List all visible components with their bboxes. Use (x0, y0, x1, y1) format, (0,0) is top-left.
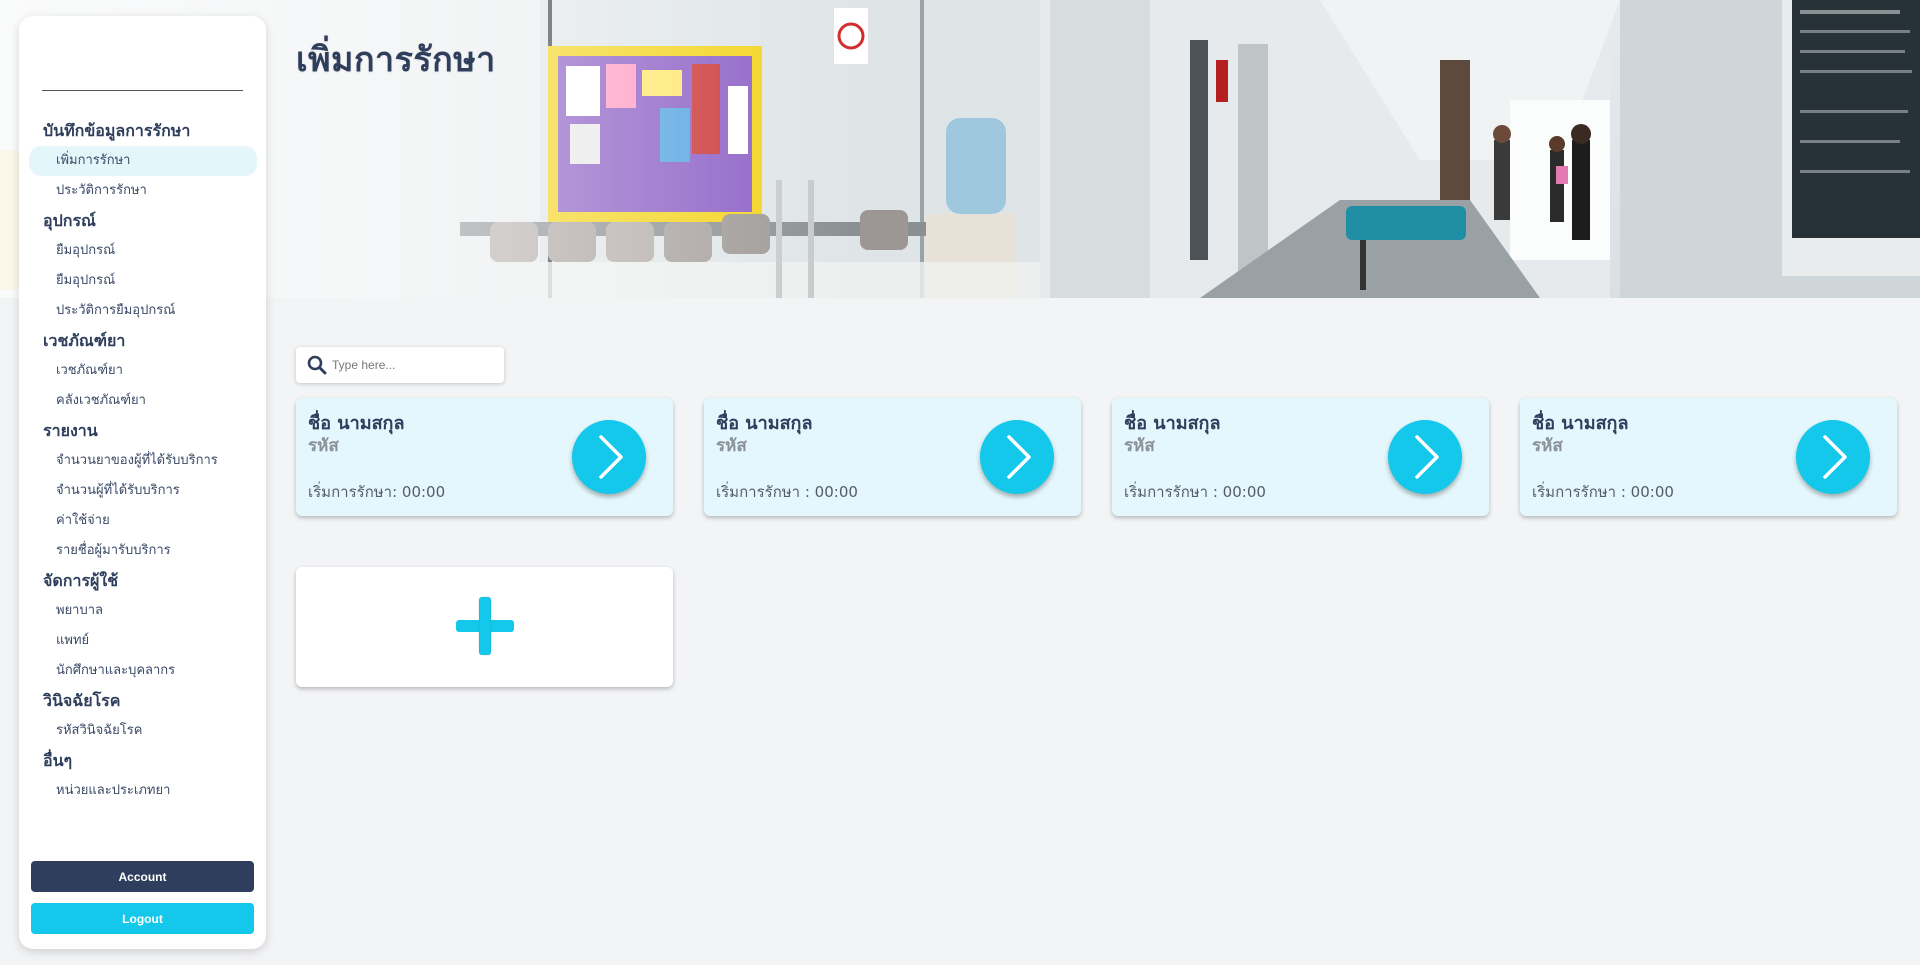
sidebar-item-report-patient-list[interactable]: รายชื่อผู้มารับบริการ (19, 536, 266, 566)
open-treatment-button[interactable] (572, 420, 646, 494)
sidebar-item-report-patient-count[interactable]: จำนวนผู้ที่ได้รับบริการ (19, 476, 266, 506)
treatment-start-time: เริ่มการรักษา: 00:00 (308, 483, 446, 501)
sidebar-item-report-expenses[interactable]: ค่าใช้จ่าย (19, 506, 266, 536)
sidebar-section-treatment-records: บันทึกข้อมูลการรักษา (43, 121, 191, 140)
search-input[interactable] (332, 355, 492, 375)
sidebar-item-borrow-equipment-2[interactable]: ยืมอุปกรณ์ (19, 266, 266, 296)
chevron-right-icon (1007, 435, 1031, 479)
sidebar-item-diagnosis-codes[interactable]: รหัสวินิจฉัยโรค (19, 716, 266, 746)
add-treatment-card[interactable] (296, 567, 673, 687)
patient-card[interactable]: ชื่อ นามสกุล รหัส เริ่มการรักษา : 00:00 (1112, 398, 1489, 516)
sidebar-divider (42, 90, 243, 91)
sidebar-item-borrow-history[interactable]: ประวัติการยืมอุปกรณ์ (19, 296, 266, 326)
sidebar-item-treatment-history[interactable]: ประวัติการรักษา (19, 176, 266, 206)
sidebar-item-nurses[interactable]: พยาบาล (19, 596, 266, 626)
logout-button[interactable]: Logout (31, 903, 254, 934)
patient-card[interactable]: ชื่อ นามสกุล รหัส เริ่มการรักษา: 00:00 (296, 398, 673, 516)
sidebar-item-supply-inventory[interactable]: คลังเวชภัณฑ์ยา (19, 386, 266, 416)
open-treatment-button[interactable] (1796, 420, 1870, 494)
sidebar-nav: บันทึกข้อมูลการรักษา เพิ่มการรักษา ประวั… (19, 116, 266, 806)
patient-card[interactable]: ชื่อ นามสกุล รหัส เริ่มการรักษา : 00:00 (704, 398, 1081, 516)
search-box (296, 347, 504, 383)
page-title: เพิ่มการรักษา (296, 40, 496, 80)
header-banner: เพิ่มการรักษา (0, 0, 1920, 298)
account-button[interactable]: Account (31, 861, 254, 892)
chevron-right-icon (1415, 435, 1439, 479)
sidebar-item-add-treatment[interactable]: เพิ่มการรักษา (29, 146, 257, 176)
treatment-start-time: เริ่มการรักษา : 00:00 (1532, 483, 1674, 501)
treatment-start-time: เริ่มการรักษา : 00:00 (716, 483, 858, 501)
plus-icon (456, 596, 514, 656)
sidebar-section-user-management: จัดการผู้ใช้ (43, 571, 119, 590)
patient-code: รหัส (1124, 436, 1155, 456)
sidebar-section-medical-supplies: เวชภัณฑ์ยา (43, 331, 126, 350)
sidebar-item-units-drug-types[interactable]: หน่วยและประเภทยา (19, 776, 266, 806)
patient-code: รหัส (1532, 436, 1563, 456)
chevron-right-icon (599, 435, 623, 479)
patient-code: รหัส (308, 436, 339, 456)
chevron-right-icon (1823, 435, 1847, 479)
sidebar-item-doctors[interactable]: แพทย์ (19, 626, 266, 656)
open-treatment-button[interactable] (980, 420, 1054, 494)
open-treatment-button[interactable] (1388, 420, 1462, 494)
sidebar-section-equipment: อุปกรณ์ (43, 211, 96, 230)
sidebar-section-reports: รายงาน (43, 421, 98, 440)
sidebar-section-diagnosis: วินิจฉัยโรค (43, 691, 121, 710)
sidebar-item-medical-supplies[interactable]: เวชภัณฑ์ยา (19, 356, 266, 386)
banner-fade-overlay (0, 0, 1920, 298)
sidebar-item-students-staff[interactable]: นักศึกษาและบุคลากร (19, 656, 266, 686)
sidebar-item-report-drug-usage[interactable]: จำนวนยาของผู้ที่ได้รับบริการ (19, 446, 266, 476)
sidebar-item-borrow-equipment[interactable]: ยืมอุปกรณ์ (19, 236, 266, 266)
patient-card[interactable]: ชื่อ นามสกุล รหัส เริ่มการรักษา : 00:00 (1520, 398, 1897, 516)
search-icon (307, 355, 327, 375)
treatment-start-time: เริ่มการรักษา : 00:00 (1124, 483, 1266, 501)
patient-code: รหัส (716, 436, 747, 456)
sidebar-section-others: อื่นๆ (43, 751, 73, 770)
sidebar: บันทึกข้อมูลการรักษา เพิ่มการรักษา ประวั… (19, 16, 266, 949)
